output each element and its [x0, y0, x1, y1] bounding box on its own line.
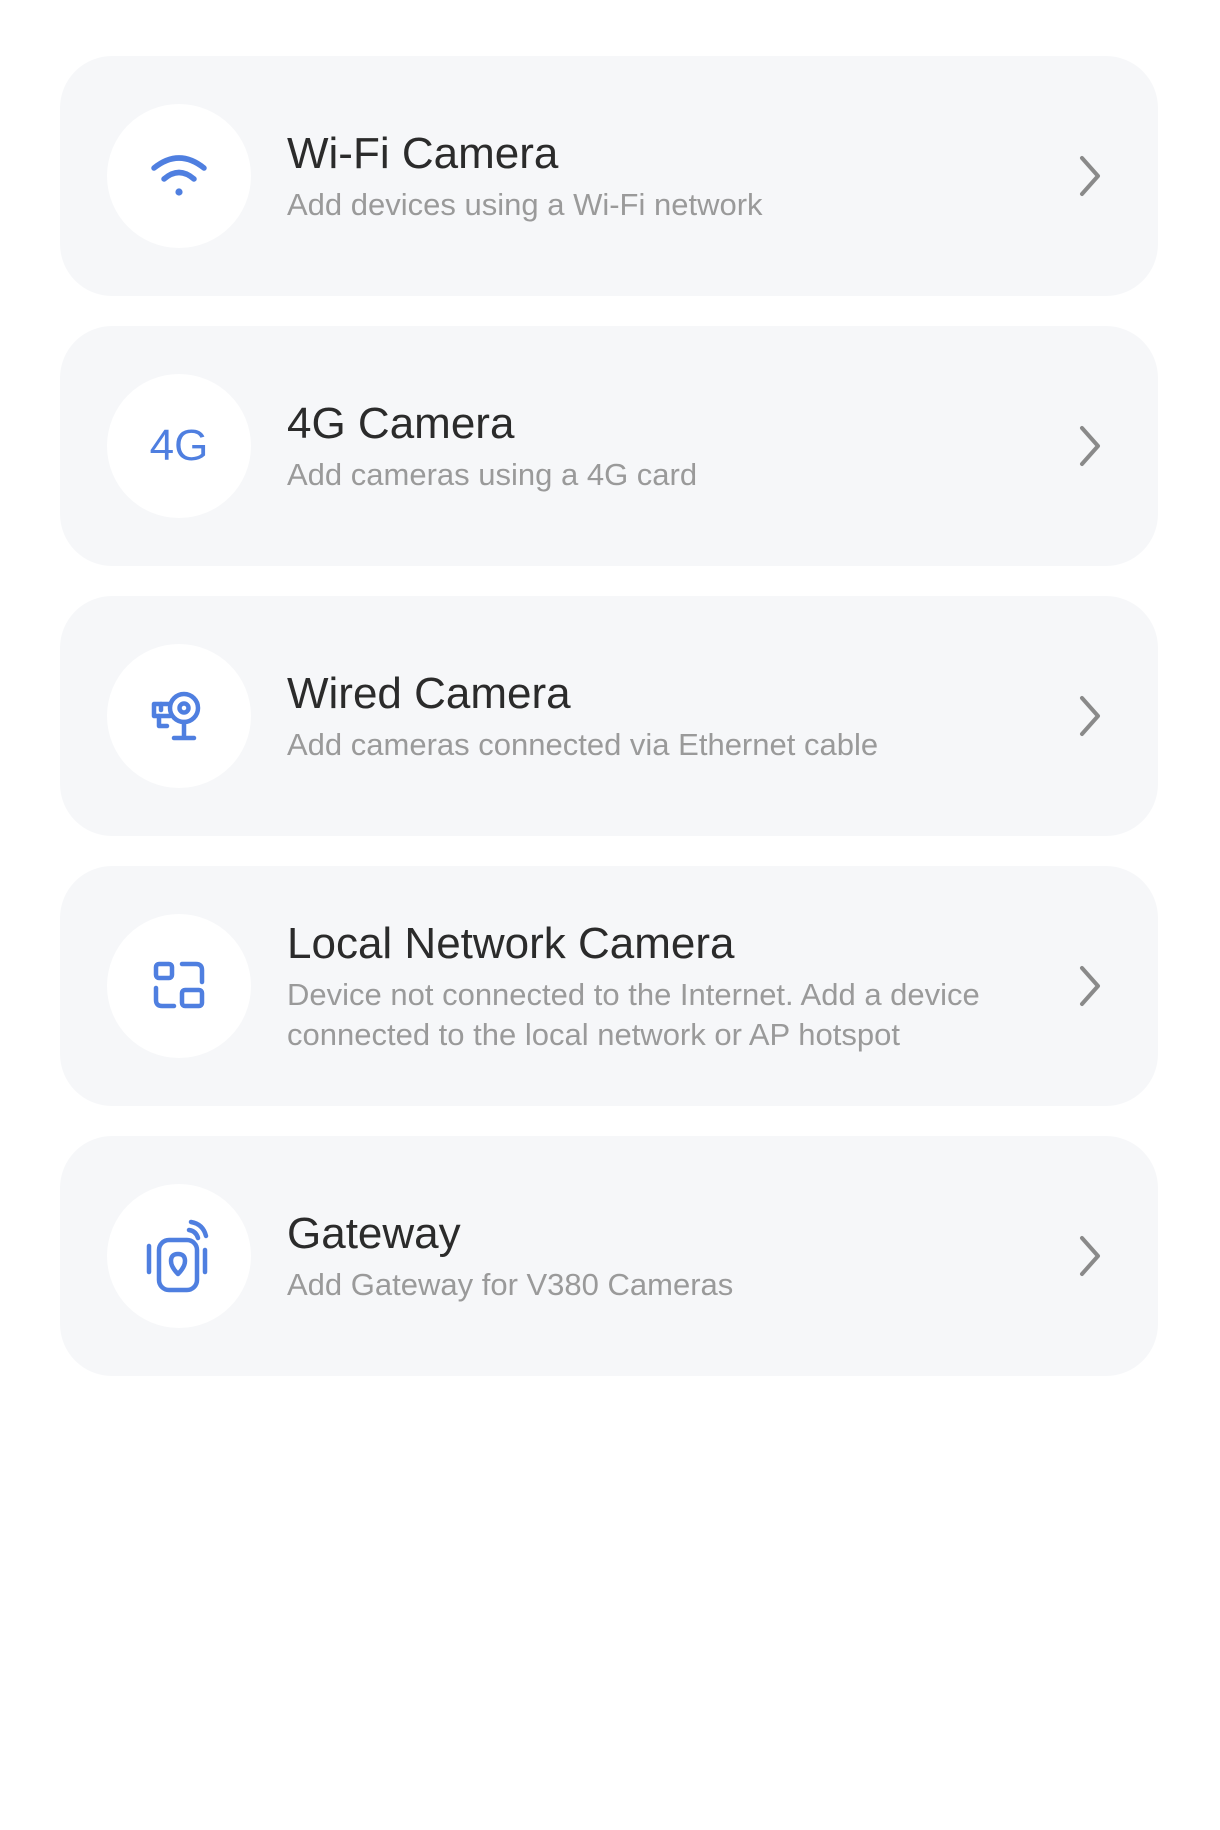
- wired-camera-icon-badge: [107, 644, 251, 788]
- local-network-icon: [153, 961, 205, 1009]
- gateway-text: Gateway Add Gateway for V380 Cameras: [287, 1207, 1028, 1305]
- chevron-right-icon: [1080, 156, 1100, 196]
- wired-camera-option[interactable]: Wired Camera Add cameras connected via E…: [60, 596, 1158, 836]
- chevron-right-icon: [1080, 696, 1100, 736]
- local-network-camera-option[interactable]: Local Network Camera Device not connecte…: [60, 866, 1158, 1106]
- local-network-camera-subtitle: Device not connected to the Internet. Ad…: [287, 977, 980, 1052]
- gateway-icon-badge: [107, 1184, 251, 1328]
- 4g-icon-badge: 4G: [107, 374, 251, 518]
- 4g-camera-subtitle: Add cameras using a 4G card: [287, 457, 698, 492]
- wifi-icon-badge: [107, 104, 251, 248]
- 4g-camera-title: 4G Camera: [287, 399, 515, 448]
- 4g-camera-option[interactable]: 4G 4G Camera Add cameras using a 4G card: [60, 326, 1158, 566]
- chevron-right-icon: [1080, 966, 1100, 1006]
- local-network-icon-badge: [107, 914, 251, 1058]
- 4g-camera-text: 4G Camera Add cameras using a 4G card: [287, 397, 1028, 495]
- wifi-camera-subtitle: Add devices using a Wi-Fi network: [287, 187, 763, 222]
- 4g-icon: 4G: [149, 421, 209, 470]
- wifi-camera-title: Wi-Fi Camera: [287, 129, 559, 178]
- wired-camera-icon: [151, 691, 201, 741]
- wired-camera-subtitle: Add cameras connected via Ethernet cable: [287, 727, 879, 762]
- gateway-title: Gateway: [287, 1209, 461, 1258]
- device-type-list: Wi-Fi Camera Add devices using a Wi-Fi n…: [60, 56, 1158, 1406]
- chevron-right-icon: [1080, 1236, 1100, 1276]
- wired-camera-title: Wired Camera: [287, 669, 571, 718]
- gateway-icon: [146, 1219, 209, 1293]
- local-network-camera-text: Local Network Camera Device not connecte…: [287, 917, 1028, 1055]
- wifi-camera-option[interactable]: Wi-Fi Camera Add devices using a Wi-Fi n…: [60, 56, 1158, 296]
- wired-camera-text: Wired Camera Add cameras connected via E…: [287, 667, 1028, 765]
- gateway-option[interactable]: Gateway Add Gateway for V380 Cameras: [60, 1136, 1158, 1376]
- chevron-right-icon: [1080, 426, 1100, 466]
- gateway-subtitle: Add Gateway for V380 Cameras: [287, 1267, 734, 1302]
- local-network-camera-title: Local Network Camera: [287, 919, 735, 968]
- wifi-icon: [151, 155, 207, 196]
- wifi-camera-text: Wi-Fi Camera Add devices using a Wi-Fi n…: [287, 127, 1028, 225]
